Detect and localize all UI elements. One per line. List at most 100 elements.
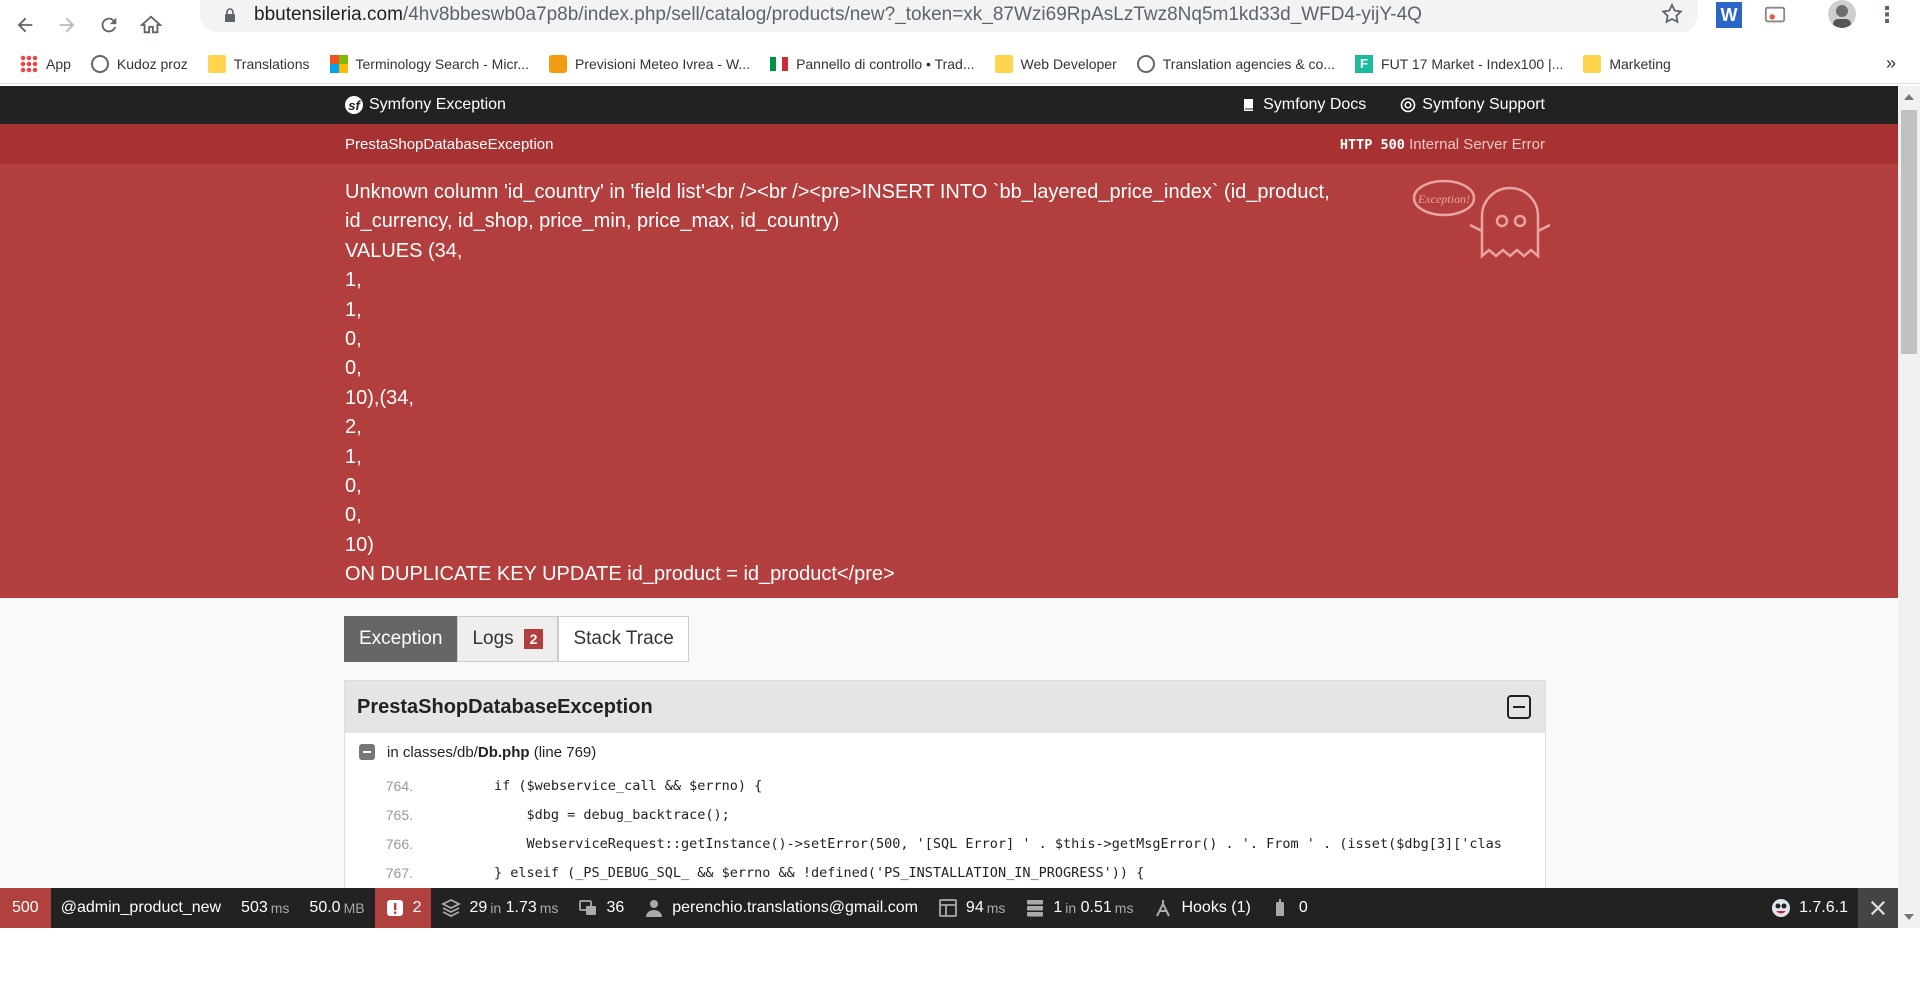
proz-icon	[1136, 54, 1155, 73]
symfony-header: sf Symfony Exception Symfony Docs Symfon…	[0, 86, 1898, 124]
word-extension-icon[interactable]: W	[1716, 2, 1742, 28]
browser-window: bbutensileria.com/4hv8bbeswb0a7p8b/index…	[0, 0, 1920, 989]
home-icon	[140, 15, 162, 34]
back-button[interactable]	[8, 8, 42, 42]
toolbar-user[interactable]: perenchio.translations@gmail.com	[634, 888, 928, 928]
browser-toolbar: bbutensileria.com/4hv8bbeswb0a7p8b/index…	[0, 0, 1920, 50]
tab-logs[interactable]: Logs 2	[457, 616, 559, 662]
symfony-support-link[interactable]: Symfony Support	[1400, 96, 1545, 114]
translation-icon	[579, 900, 597, 915]
arrow-left-icon	[17, 17, 33, 33]
logs-count-badge: 2	[523, 629, 544, 649]
home-button[interactable]	[134, 8, 168, 42]
trace-header: PrestaShopDatabaseException	[345, 681, 1545, 733]
arrow-right-icon	[59, 17, 75, 33]
code-line: 766. WebserviceRequest::getInstance()->s…	[385, 835, 1502, 852]
toolbar-time[interactable]: 503 ms	[231, 888, 299, 928]
code-excerpt: 764. if ($webservice_call && $errno) { 7…	[345, 771, 1545, 887]
exception-summary-bar: PrestaShopDatabaseException HTTP 500 Int…	[0, 124, 1898, 164]
toolbar-render-time[interactable]: 94 ms	[928, 888, 1015, 928]
toolbar-translations[interactable]: 36	[568, 888, 634, 928]
forward-button[interactable]	[50, 8, 84, 42]
bookmark-meteo[interactable]: Previsioni Meteo Ivrea - W...	[549, 54, 750, 73]
menu-dots-icon[interactable]: ⋮	[1874, 2, 1900, 28]
bookmarks-bar: App Kudoz proz Translations Terminology …	[0, 44, 1920, 84]
exception-message-panel: Unknown column 'id_country' in 'field li…	[0, 164, 1898, 598]
trace-file-name: Db.php	[477, 743, 530, 761]
exception-message: Unknown column 'id_country' in 'field li…	[345, 181, 1330, 586]
url-host: bbutensileria.com	[254, 4, 403, 25]
address-bar[interactable]: bbutensileria.com/4hv8bbeswb0a7p8b/index…	[200, 0, 1698, 32]
lock-icon	[225, 8, 235, 22]
code-line: 765. $dbg = debug_backtrace();	[385, 806, 730, 823]
symfony-logo-icon: sf	[345, 96, 363, 114]
folder-icon	[1583, 54, 1602, 73]
reload-icon	[101, 17, 117, 33]
trace-title: PrestaShopDatabaseException	[357, 695, 653, 718]
fut-icon: F	[1355, 54, 1374, 73]
italy-flag-icon	[770, 56, 789, 71]
layers-icon	[441, 898, 462, 918]
page-scrollbar[interactable]	[1898, 86, 1920, 928]
tab-exception[interactable]: Exception	[344, 616, 458, 662]
bookmark-web-developer[interactable]: Web Developer	[994, 54, 1117, 73]
toolbar-status-code[interactable]: 500	[0, 888, 51, 928]
book-icon	[1244, 99, 1254, 111]
bookmark-kudoz[interactable]: Kudoz proz	[90, 54, 188, 73]
exception-class: PrestaShopDatabaseException	[345, 136, 554, 153]
bookmark-translations[interactable]: Translations	[207, 54, 310, 73]
code-line: 764. if ($webservice_call && $errno) {	[385, 777, 763, 794]
collapse-file-button[interactable]	[359, 744, 375, 760]
exclamation-icon	[386, 900, 403, 916]
bookmark-app[interactable]: App	[20, 54, 71, 73]
exception-ghost-icon: Exception!	[1412, 179, 1551, 259]
server-icon	[1027, 900, 1044, 917]
folder-icon	[994, 54, 1013, 73]
collapse-trace-button[interactable]	[1507, 695, 1531, 719]
trace-panel: PrestaShopDatabaseException in classes/d…	[344, 680, 1546, 890]
scrollbar-thumb[interactable]	[1901, 110, 1917, 354]
tab-stack-trace[interactable]: Stack Trace	[558, 616, 689, 662]
exception-tabs: Exception Logs 2 Stack Trace	[344, 616, 689, 662]
toolbar-database[interactable]: 29 in 1.73 ms	[431, 888, 568, 928]
toolbar-hooks[interactable]: Hooks (1)	[1143, 888, 1260, 928]
bookmark-terminology[interactable]: Terminology Search - Micr...	[329, 54, 529, 73]
toolbar-route[interactable]: @admin_product_new	[51, 888, 231, 928]
hook-icon	[1156, 900, 1171, 917]
profile-avatar[interactable]	[1828, 0, 1856, 28]
scroll-down-arrow-icon[interactable]	[1904, 914, 1914, 920]
toolbar-modules[interactable]: 0	[1261, 888, 1318, 928]
star-icon[interactable]	[1660, 2, 1684, 26]
close-icon	[1870, 900, 1886, 916]
toolbar-prestashop-version[interactable]: 1.7.6.1	[1761, 888, 1858, 928]
meteo-icon	[549, 54, 567, 73]
symfony-links: Symfony Docs Symfony Support	[1241, 96, 1545, 114]
template-icon	[939, 899, 957, 917]
url-text: bbutensileria.com/4hv8bbeswb0a7p8b/index…	[254, 4, 1422, 26]
proz-icon	[90, 54, 109, 73]
reload-button[interactable]	[92, 8, 126, 42]
scroll-up-arrow-icon[interactable]	[1904, 94, 1914, 100]
url-path: /4hv8bbeswb0a7p8b/index.php/sell/catalog…	[402, 4, 1422, 25]
toolbar-cache[interactable]: 1 in 0.51 ms	[1015, 888, 1143, 928]
bookmark-pannello[interactable]: Pannello di controllo • Trad...	[770, 56, 975, 72]
code-line: 767. } elseif (_PS_DEBUG_SQL_ && $errno …	[385, 864, 1145, 881]
toolbar-right: 1.7.6.1	[1761, 888, 1898, 928]
symfony-docs-link[interactable]: Symfony Docs	[1241, 96, 1366, 114]
toolbar-memory[interactable]: 50.0 MB	[299, 888, 374, 928]
folder-icon	[207, 54, 226, 73]
user-icon	[646, 900, 663, 917]
bookmark-agencies[interactable]: Translation agencies & co...	[1136, 54, 1335, 73]
toolbar-errors[interactable]: 2	[374, 888, 432, 928]
trace-file-line: in classes/db/Db.php (line 769)	[345, 733, 1545, 771]
symfony-debug-toolbar: 500 @admin_product_new 503 ms 50.0 MB 2 29…	[0, 888, 1898, 928]
module-icon	[1275, 899, 1284, 916]
toolbar-close-button[interactable]	[1858, 888, 1898, 928]
bookmarks-more-button[interactable]: »	[1886, 53, 1896, 74]
bookmark-marketing[interactable]: Marketing	[1583, 54, 1671, 73]
cast-extension-icon[interactable]	[1762, 2, 1788, 28]
apps-grid-icon	[20, 54, 38, 73]
prestashop-logo-icon	[1772, 899, 1791, 917]
bookmark-fut17[interactable]: F FUT 17 Market - Index100 |...	[1355, 54, 1563, 73]
ghost-label: Exception!	[1417, 192, 1470, 206]
